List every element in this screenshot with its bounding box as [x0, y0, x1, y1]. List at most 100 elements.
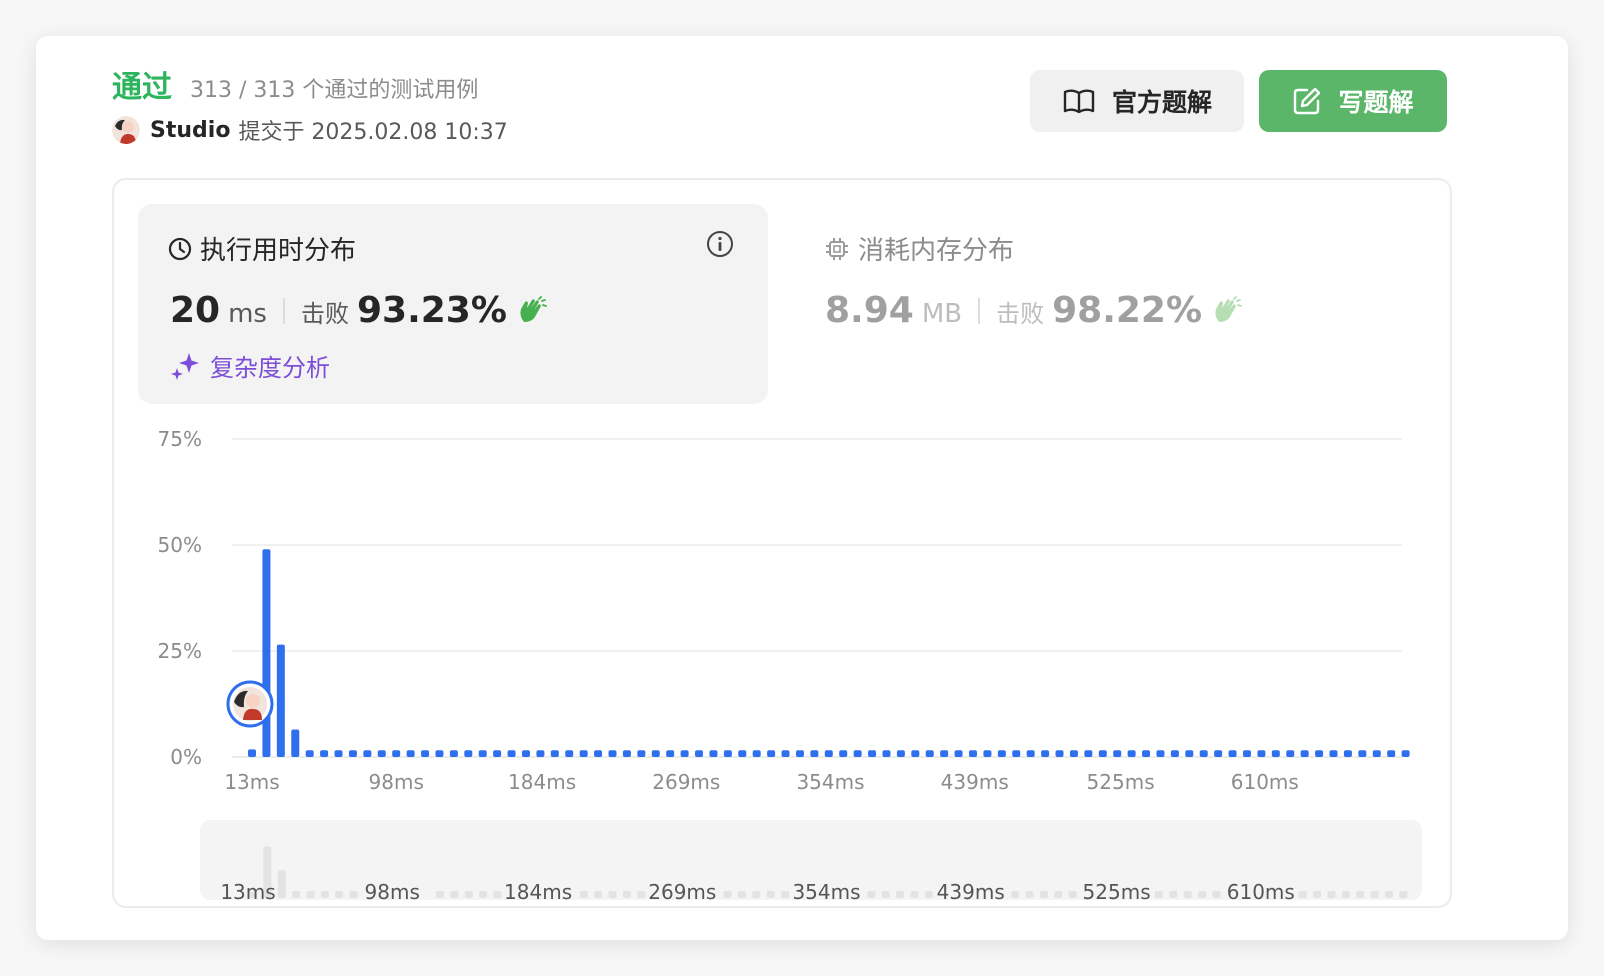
- overview-bar: [622, 891, 631, 898]
- runtime-bar[interactable]: [1300, 750, 1309, 757]
- overview-bar: [450, 891, 459, 898]
- runtime-distribution-chart[interactable]: 0% 25% 50% 75% 13ms 98ms 184ms 269ms 354ms 439ms…: [0, 0, 1604, 976]
- runtime-bar[interactable]: [1113, 750, 1122, 757]
- runtime-bar[interactable]: [435, 750, 444, 757]
- runtime-bar[interactable]: [1228, 750, 1237, 757]
- overview-bar: [781, 891, 790, 898]
- runtime-bar[interactable]: [536, 750, 545, 757]
- runtime-bar[interactable]: [723, 750, 732, 757]
- runtime-bar[interactable]: [1271, 750, 1280, 757]
- overview-bar: [1385, 891, 1394, 898]
- runtime-bar[interactable]: [565, 750, 574, 757]
- runtime-bar[interactable]: [1185, 750, 1194, 757]
- runtime-bar[interactable]: [853, 750, 862, 757]
- runtime-bar[interactable]: [608, 750, 617, 757]
- runtime-bar[interactable]: [291, 729, 300, 757]
- runtime-bar[interactable]: [1069, 750, 1078, 757]
- runtime-bar[interactable]: [406, 750, 415, 757]
- runtime-bar[interactable]: [969, 750, 977, 757]
- runtime-bar[interactable]: [752, 750, 761, 757]
- runtime-bar[interactable]: [1170, 750, 1179, 757]
- runtime-bar[interactable]: [1401, 750, 1410, 757]
- runtime-bar[interactable]: [1387, 750, 1396, 757]
- runtime-bar[interactable]: [695, 750, 704, 757]
- runtime-bar[interactable]: [248, 749, 256, 757]
- runtime-bar[interactable]: [334, 750, 343, 757]
- runtime-bar[interactable]: [1329, 750, 1338, 757]
- runtime-bar[interactable]: [1098, 750, 1107, 757]
- overview-tick-label: 610ms: [1227, 880, 1295, 904]
- runtime-bar[interactable]: [1026, 750, 1035, 757]
- runtime-bar[interactable]: [449, 750, 458, 757]
- runtime-bar[interactable]: [262, 549, 271, 757]
- runtime-bar[interactable]: [954, 750, 963, 757]
- runtime-bar[interactable]: [550, 750, 559, 757]
- overview-bar: [479, 891, 488, 898]
- overview-bar: [1212, 891, 1221, 898]
- runtime-bar[interactable]: [738, 750, 747, 757]
- runtime-bar[interactable]: [1343, 750, 1352, 757]
- runtime-bar[interactable]: [1156, 750, 1165, 757]
- runtime-bar[interactable]: [1142, 750, 1151, 757]
- runtime-bar[interactable]: [767, 750, 776, 757]
- runtime-bar[interactable]: [1127, 750, 1136, 757]
- runtime-bar[interactable]: [680, 750, 689, 757]
- runtime-bar[interactable]: [348, 750, 357, 757]
- runtime-bar[interactable]: [868, 750, 877, 757]
- runtime-bar[interactable]: [363, 750, 372, 757]
- runtime-bar[interactable]: [377, 750, 386, 757]
- runtime-bar[interactable]: [1286, 750, 1295, 757]
- runtime-bar[interactable]: [1315, 750, 1324, 757]
- runtime-bar[interactable]: [997, 750, 1006, 757]
- y-tick-label: 75%: [158, 427, 202, 451]
- runtime-bar[interactable]: [1372, 750, 1381, 757]
- runtime-bar[interactable]: [622, 750, 631, 757]
- runtime-bar[interactable]: [896, 750, 905, 757]
- x-tick-label: 269ms: [652, 770, 720, 794]
- current-submission-marker[interactable]: [226, 680, 274, 728]
- runtime-bar[interactable]: [983, 750, 992, 757]
- overview-bar: [1068, 891, 1077, 898]
- runtime-bar[interactable]: [839, 750, 848, 757]
- overview-bar: [292, 891, 301, 898]
- runtime-bar[interactable]: [824, 750, 833, 757]
- runtime-bar[interactable]: [882, 750, 891, 757]
- runtime-bar[interactable]: [320, 750, 329, 757]
- runtime-bar[interactable]: [925, 750, 934, 757]
- overview-bar: [608, 891, 617, 898]
- runtime-bar[interactable]: [1041, 750, 1050, 757]
- runtime-bar[interactable]: [651, 750, 660, 757]
- runtime-bar[interactable]: [781, 750, 790, 757]
- overview-bar: [349, 891, 358, 898]
- runtime-bar[interactable]: [305, 750, 314, 757]
- runtime-bar[interactable]: [666, 750, 675, 757]
- runtime-bar[interactable]: [1242, 750, 1251, 757]
- runtime-bar[interactable]: [1199, 750, 1208, 757]
- runtime-bar[interactable]: [421, 750, 430, 757]
- overview-bar: [752, 891, 761, 898]
- runtime-bar[interactable]: [521, 750, 530, 757]
- runtime-bar[interactable]: [911, 750, 920, 757]
- overview-bar: [1356, 891, 1365, 898]
- runtime-bar[interactable]: [276, 644, 285, 757]
- runtime-bar[interactable]: [940, 750, 949, 757]
- runtime-bar[interactable]: [810, 750, 819, 757]
- runtime-bar[interactable]: [1358, 750, 1367, 757]
- runtime-bar[interactable]: [493, 750, 502, 757]
- runtime-bar[interactable]: [507, 750, 516, 757]
- runtime-bar[interactable]: [1084, 750, 1093, 757]
- runtime-bar[interactable]: [1012, 750, 1021, 757]
- overview-bar: [320, 891, 329, 898]
- runtime-bar[interactable]: [464, 750, 473, 757]
- runtime-bar[interactable]: [1055, 750, 1064, 757]
- runtime-bar[interactable]: [637, 750, 646, 757]
- runtime-bar[interactable]: [594, 750, 603, 757]
- runtime-bar[interactable]: [795, 750, 804, 757]
- runtime-bar[interactable]: [478, 750, 487, 757]
- runtime-bar[interactable]: [579, 750, 588, 757]
- runtime-bar[interactable]: [1257, 750, 1266, 757]
- runtime-bar[interactable]: [392, 750, 401, 757]
- overview-bar: [1313, 891, 1322, 898]
- runtime-bar[interactable]: [709, 750, 718, 757]
- runtime-bar[interactable]: [1214, 750, 1223, 757]
